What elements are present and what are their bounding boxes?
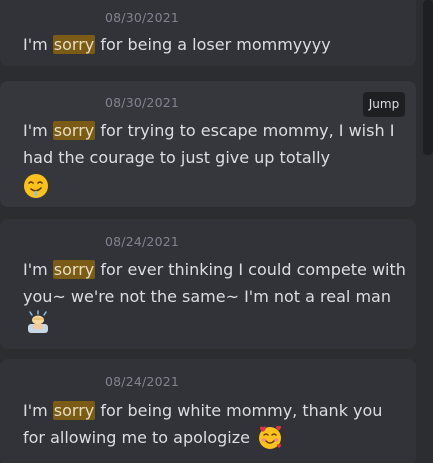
search-highlight: sorry [52, 121, 96, 140]
message-content: I'm sorry for trying to escape mommy, I … [23, 117, 408, 200]
search-results-panel: 08/30/2021 I'm sorry for being a loser m… [0, 0, 433, 463]
smiling-face-with-hearts-icon [259, 425, 282, 449]
message-content: I'm sorry for being white mommy, thank y… [23, 397, 408, 451]
jump-button[interactable]: Jump [363, 92, 405, 117]
scrollbar-track[interactable] [423, 0, 433, 463]
message-text-before: I'm [23, 35, 53, 54]
search-result-card[interactable]: 08/24/2021 I'm sorry for ever thinking I… [0, 219, 416, 349]
drooling-face-icon [24, 174, 48, 198]
message-text-before: I'm [23, 121, 53, 140]
scrollbar-thumb[interactable] [423, 0, 433, 155]
person-bowing-icon [28, 310, 48, 333]
message-content: I'm sorry for ever thinking I could comp… [23, 256, 408, 337]
message-timestamp: 08/24/2021 [105, 234, 180, 249]
message-content: I'm sorry for being a loser mommyyyy [23, 31, 408, 58]
message-timestamp: 08/30/2021 [105, 10, 180, 25]
search-highlight: sorry [52, 35, 96, 54]
message-text-before: I'm [23, 260, 53, 279]
search-result-card[interactable]: 08/30/2021 I'm sorry for being a loser m… [0, 0, 416, 66]
search-highlight: sorry [52, 260, 96, 279]
message-timestamp: 08/30/2021 [105, 95, 180, 110]
search-highlight: sorry [52, 401, 96, 420]
search-result-card[interactable]: 08/30/2021 Jump I'm sorry for trying to … [0, 81, 416, 207]
search-result-card[interactable]: 08/24/2021 I'm sorry for being white mom… [0, 359, 416, 463]
message-timestamp: 08/24/2021 [105, 374, 180, 389]
message-text-before: I'm [23, 401, 53, 420]
message-text-after: for being a loser mommyyyy [95, 35, 331, 54]
